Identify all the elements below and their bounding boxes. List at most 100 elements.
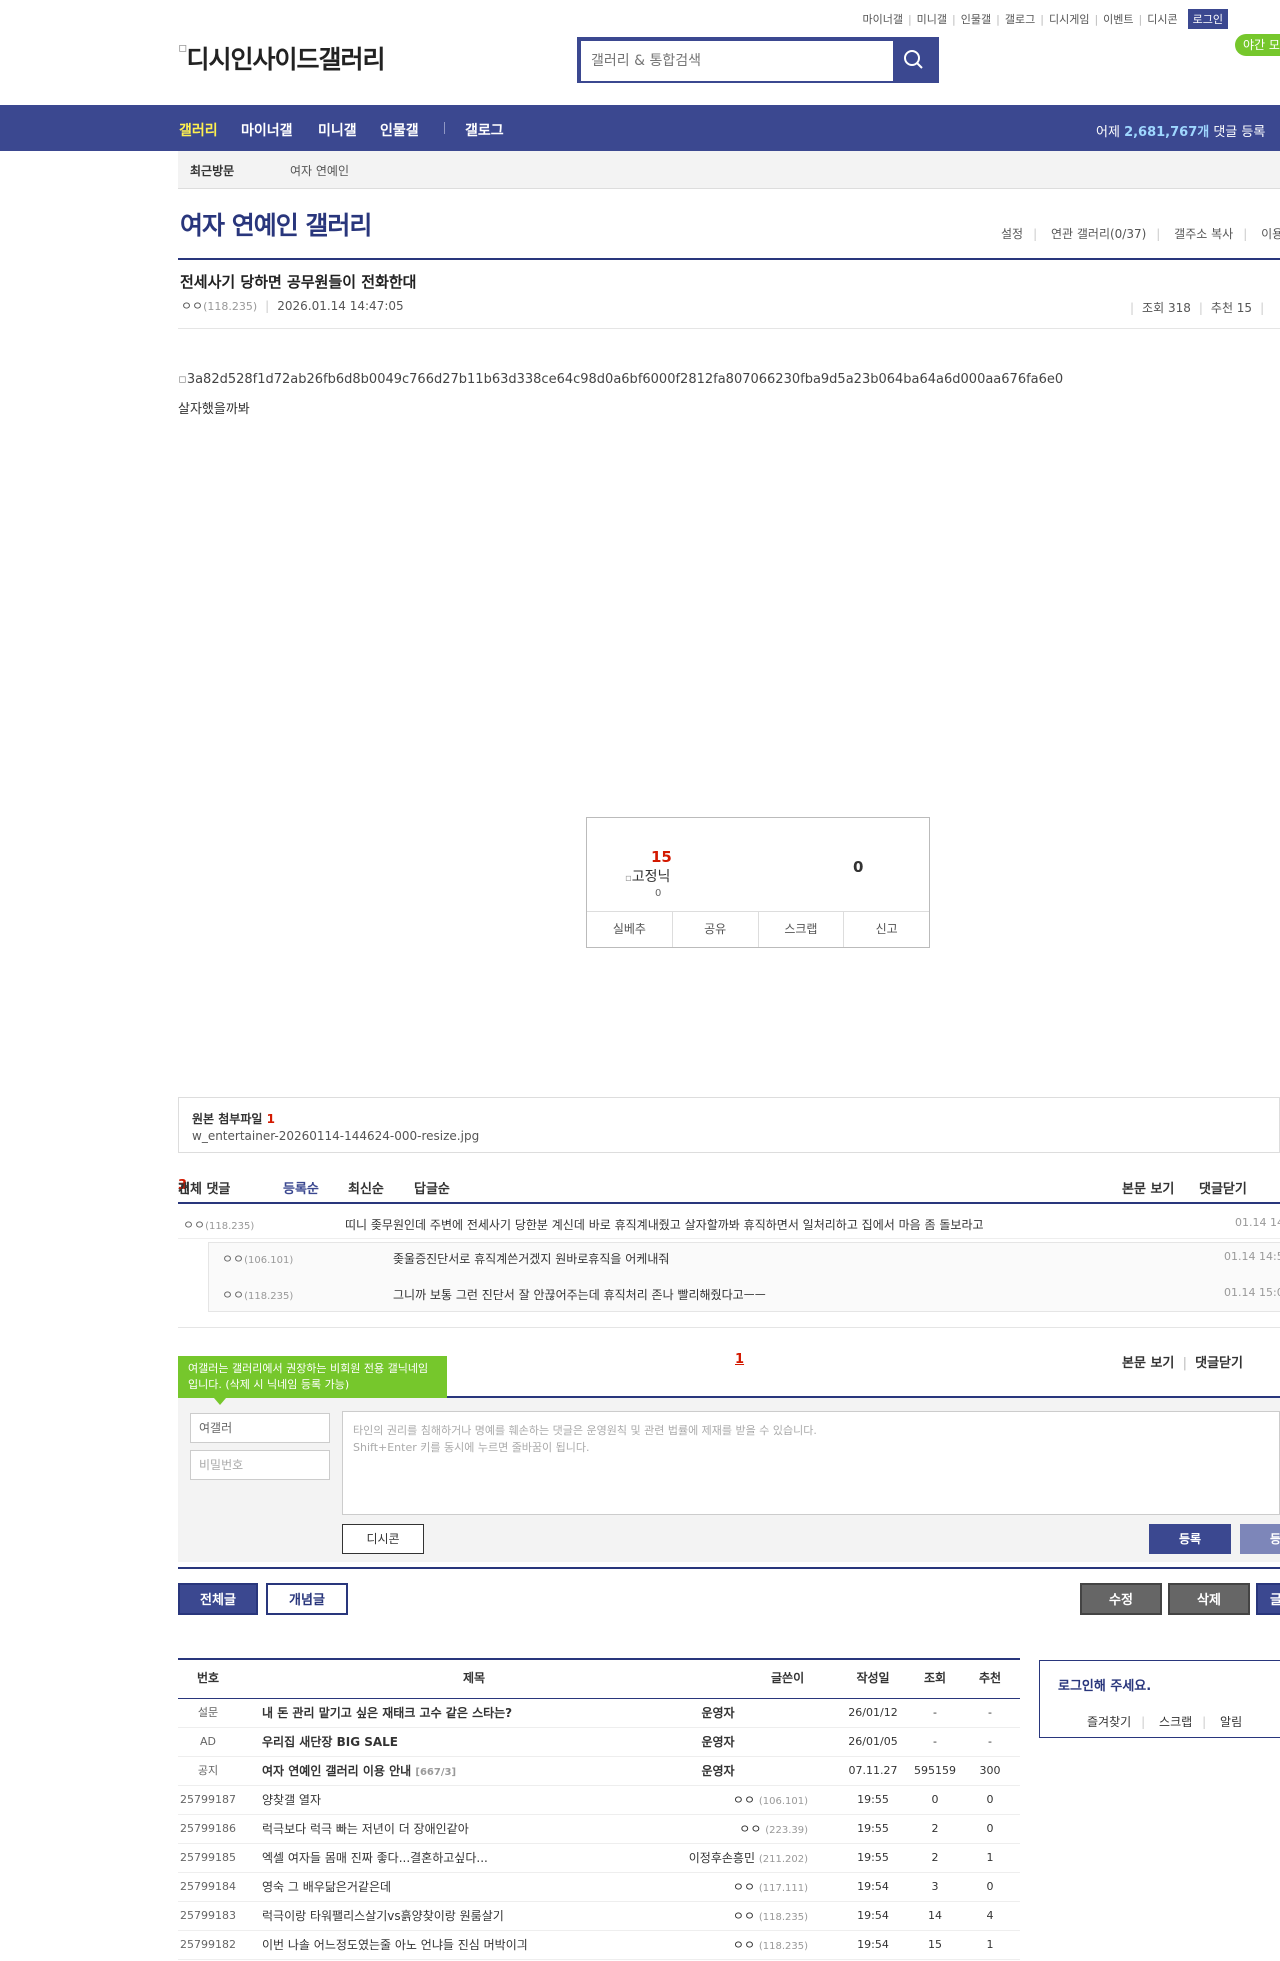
view-body-button[interactable]: 본문 보기 <box>1122 1178 1174 1197</box>
post-writer[interactable]: ㅇㅇ <box>181 299 203 313</box>
row-writer[interactable]: ㅇㅇ (117.111) <box>608 1873 808 1903</box>
row-title[interactable]: 영숙 그 배우닮은거같은데 <box>262 1873 391 1903</box>
site-logo[interactable]: ▫디시인사이드갤러리 <box>178 40 386 76</box>
topmenu-person[interactable]: 인물갤 <box>961 11 991 27</box>
table-row[interactable]: 25799183 럭극이랑 타워팰리스살기vs흙양찾이랑 원룸살기 ㅇㅇ (118… <box>178 1902 1020 1931</box>
gnb-minor[interactable]: 마이너갤 <box>241 120 293 140</box>
all-posts-button[interactable]: 전체글 <box>178 1583 258 1615</box>
search-button[interactable] <box>893 41 935 79</box>
related-gallery[interactable]: 연관 갤러리(0/37) <box>1051 227 1146 241</box>
row-number: 25799182 <box>180 1938 236 1951</box>
recommend-box: 15 ▫고정닉 0 0 실베추 공유 스크랩 신고 <box>586 817 930 948</box>
sort-latest[interactable]: 최신순 <box>348 1178 384 1197</box>
report-button[interactable]: 신고 <box>844 912 929 947</box>
row-date: 19:55 <box>857 1822 889 1835</box>
edit-button[interactable]: 수정 <box>1080 1583 1162 1615</box>
row-date: 19:54 <box>857 1880 889 1893</box>
topmenu-event[interactable]: 이벤트 <box>1103 11 1133 27</box>
row-writer[interactable]: ㅇㅇ (106.101) <box>608 1786 808 1816</box>
row-writer[interactable]: ㅇㅇ (118.235) <box>608 1931 808 1961</box>
list-header: 번호 제목 글쓴이 작성일 조회 추천 <box>178 1658 1020 1699</box>
post-body: 살자했을까봐 <box>178 402 250 417</box>
gnb-mini[interactable]: 미니갤 <box>318 120 357 140</box>
row-writer[interactable]: 이정후손흥민 (211.202) <box>608 1844 808 1874</box>
topmenu-game[interactable]: 디시게임 <box>1049 11 1089 27</box>
comment-textarea[interactable]: 타인의 권리를 침해하거나 명예를 훼손하는 댓글은 운영원칙 및 관련 법률에… <box>342 1411 1280 1515</box>
submit-recommend-button[interactable]: 등록 <box>1240 1524 1280 1554</box>
dccon-button[interactable]: 디시콘 <box>342 1524 424 1554</box>
favorites-link[interactable]: 즐겨찾기 <box>1087 1715 1131 1729</box>
row-title[interactable]: 럭극보다 럭극 빠는 저년이 더 장애인같아 <box>262 1815 469 1845</box>
recent-visit-label[interactable]: 최근방문 <box>190 162 234 179</box>
table-row[interactable]: AD 우리집 새단장 BIG SALE 운영자 26/01/05- - <box>178 1728 1020 1757</box>
concept-posts-button[interactable]: 개념글 <box>266 1583 348 1615</box>
nickname-field[interactable]: 여갤러 <box>190 1413 330 1443</box>
gallery-title[interactable]: 여자 연예인 갤러리 <box>180 206 372 242</box>
submit-button[interactable]: 등록 <box>1149 1524 1231 1554</box>
row-title[interactable]: 여자 연예인 갤러리 이용 안내 [667/3] <box>262 1757 456 1787</box>
attachment-label: 원본 첨부파일 1 <box>192 1112 275 1126</box>
post-stats: | 조회 318 | 추천 15 | <box>1130 301 1265 315</box>
close-comments-button[interactable]: 댓글닫기 <box>1195 1356 1243 1371</box>
row-title[interactable]: 이번 나솔 어느정도였는줄 아노 언냐들 진심 머박이긔 <box>262 1931 528 1961</box>
scrap-button[interactable]: 스크랩 <box>759 912 845 947</box>
gnb-gallery[interactable]: 갤러리 <box>179 120 218 140</box>
fixed-nick-recommend[interactable]: ▫고정닉 <box>625 866 670 886</box>
gallery-settings[interactable]: 설정 <box>1001 227 1023 241</box>
row-number: 25799186 <box>180 1822 236 1835</box>
view-body-button[interactable]: 본문 보기 <box>1122 1356 1174 1371</box>
gnb-person[interactable]: 인물갤 <box>380 120 419 140</box>
topmenu-gallog[interactable]: 갤로그 <box>1005 11 1035 27</box>
table-row[interactable]: 25799185 엑셀 여자들 몸매 진짜 좋다...결혼하고싶다... 이정후손… <box>178 1844 1020 1873</box>
row-writer[interactable]: 운영자 <box>668 1728 768 1756</box>
row-title[interactable]: 내 돈 관리 맡기고 싶은 재태크 고수 같은 스타는? <box>262 1699 512 1729</box>
table-row[interactable]: 25799187 양찾갤 열자 ㅇㅇ (106.101) 19:55 0 0 <box>178 1786 1020 1815</box>
sort-registered[interactable]: 등록순 <box>283 1178 319 1197</box>
scrap-link[interactable]: 스크랩 <box>1159 1715 1192 1729</box>
table-row[interactable]: 설문 내 돈 관리 맡기고 싶은 재태크 고수 같은 스타는? 운영자 26/01/… <box>178 1699 1020 1728</box>
row-title[interactable]: 양찾갤 열자 <box>262 1786 321 1816</box>
comment-page-1[interactable]: 1 <box>735 1352 744 1367</box>
comment-item: ㅇㅇ(118.235) 띠니 좆무원인데 주변에 전세사기 당한분 계신데 바로… <box>178 1214 1280 1239</box>
topmenu-mini[interactable]: 미니갤 <box>917 11 947 27</box>
topmenu-minor[interactable]: 마이너갤 <box>862 11 902 27</box>
sort-reply[interactable]: 답글순 <box>414 1178 450 1197</box>
topmenu-dccon[interactable]: 디시콘 <box>1147 11 1177 27</box>
share-button[interactable]: 공유 <box>673 912 759 947</box>
row-title[interactable]: 럭극이랑 타워팰리스살기vs흙양찾이랑 원룸살기 <box>262 1902 504 1932</box>
row-number: AD <box>200 1735 216 1748</box>
fixed-nick-count: 0 <box>655 888 662 899</box>
nickname-tooltip: 여갤러는 갤러리에서 권장하는 비회원 전용 갤닉네임입니다. (삭제 시 닉네… <box>178 1356 447 1405</box>
password-field[interactable]: 비밀번호 <box>190 1450 330 1480</box>
gnb-gallog[interactable]: 갤로그 <box>465 120 504 140</box>
row-number: 25799187 <box>180 1793 236 1806</box>
attachment-box: 원본 첨부파일 1 w_entertainer-20260114-144624-… <box>178 1097 1280 1153</box>
search-input[interactable] <box>581 41 893 81</box>
row-title[interactable]: 엑셀 여자들 몸매 진짜 좋다...결혼하고싶다... <box>262 1844 488 1874</box>
login-prompt[interactable]: 로그인해 주세요. <box>1058 1675 1151 1694</box>
write-button[interactable]: 글 <box>1256 1583 1280 1615</box>
notification-link[interactable]: 알림 <box>1220 1715 1242 1729</box>
night-mode-toggle[interactable]: 야간 모 <box>1235 34 1280 56</box>
row-title[interactable]: 우리집 새단장 BIG SALE <box>262 1728 398 1758</box>
table-row[interactable]: 25799184 영숙 그 배우닮은거같은데 ㅇㅇ (117.111) 19:54 3… <box>178 1873 1020 1902</box>
delete-button[interactable]: 삭제 <box>1168 1583 1250 1615</box>
row-writer[interactable]: 운영자 <box>668 1699 768 1727</box>
post-ip: (118.235) <box>203 300 258 313</box>
recent-visit-bar: 최근방문 여자 연예인 <box>178 151 1280 189</box>
row-writer[interactable]: ㅇㅇ (223.39) <box>608 1815 808 1845</box>
row-writer[interactable]: 운영자 <box>668 1757 768 1785</box>
login-button[interactable]: 로그인 <box>1187 9 1228 29</box>
row-writer[interactable]: ㅇㅇ (118.235) <box>608 1902 808 1932</box>
row-number: 25799183 <box>180 1909 236 1922</box>
gallery-usage[interactable]: 이용 <box>1261 227 1280 241</box>
table-row[interactable]: 공지 여자 연예인 갤러리 이용 안내 [667/3] 운영자 07.11.27 595… <box>178 1757 1020 1786</box>
post-image[interactable]: ▫3a82d528f1d72ab26fb6d8b0049c766d27b11b6… <box>178 372 1063 387</box>
table-row[interactable]: 25799186 럭극보다 럭극 빠는 저년이 더 장애인같아 ㅇㅇ (223.3… <box>178 1815 1020 1844</box>
attachment-file[interactable]: w_entertainer-20260114-144624-000-resize… <box>192 1129 479 1143</box>
recent-visit-item[interactable]: 여자 연예인 <box>290 162 349 179</box>
copy-address[interactable]: 갤주소 복사 <box>1174 227 1233 241</box>
best-recommend-button[interactable]: 실베추 <box>587 912 673 947</box>
close-comments-button[interactable]: 댓글닫기 <box>1199 1178 1247 1197</box>
downvote-count[interactable]: 0 <box>853 858 863 876</box>
